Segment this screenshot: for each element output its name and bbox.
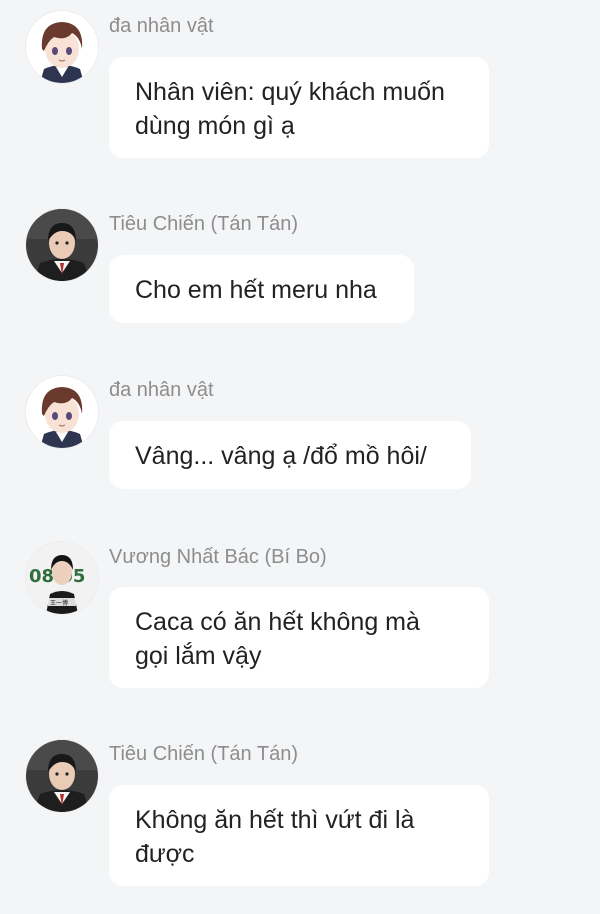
- sender-name: đa nhân vật: [109, 379, 214, 401]
- sender-name: Tiêu Chiến (Tán Tán): [109, 743, 298, 765]
- message-text-line: Caca có ăn hết không mà: [135, 608, 420, 636]
- photo-boy-sticker-avatar-icon[interactable]: 08 05 王一博: [26, 542, 98, 614]
- message-text-line: Không ăn hết thì vứt đi là: [135, 806, 415, 834]
- anime-boy-avatar-icon[interactable]: [26, 376, 98, 448]
- sender-name: Vương Nhất Bác (Bí Bo): [109, 546, 327, 568]
- message-text-line: dùng món gì ạ: [135, 112, 295, 140]
- anime-boy-avatar-icon[interactable]: [26, 11, 98, 83]
- chat-thread: đa nhân vật Nhân viên: quý khách muốn dù…: [0, 0, 600, 914]
- message-bubble: Không ăn hết thì vứt đi là được: [109, 785, 489, 886]
- message-bubble: Cho em hết meru nha: [109, 255, 414, 323]
- message-bubble: Caca có ăn hết không mà gọi lắm vậy: [109, 587, 489, 688]
- sender-name: đa nhân vật: [109, 15, 214, 37]
- message-bubble: Vâng... vâng ạ /đổ mồ hôi/: [109, 421, 471, 489]
- photo-boy-suit-avatar-icon[interactable]: [26, 740, 98, 812]
- message-text-line: Cho em hết meru nha: [135, 276, 377, 304]
- message-bubble: Nhân viên: quý khách muốn dùng món gì ạ: [109, 57, 489, 158]
- message-text-line: gọi lắm vậy: [135, 642, 262, 670]
- message-text-line: được: [135, 840, 195, 868]
- photo-boy-suit-avatar-icon[interactable]: [26, 209, 98, 281]
- sticker-caption-text: 王一博: [50, 599, 68, 607]
- sender-name: Tiêu Chiến (Tán Tán): [109, 213, 298, 235]
- message-text-line: Vâng... vâng ạ /đổ mồ hôi/: [135, 442, 427, 470]
- message-text-line: Nhân viên: quý khách muốn: [135, 78, 445, 106]
